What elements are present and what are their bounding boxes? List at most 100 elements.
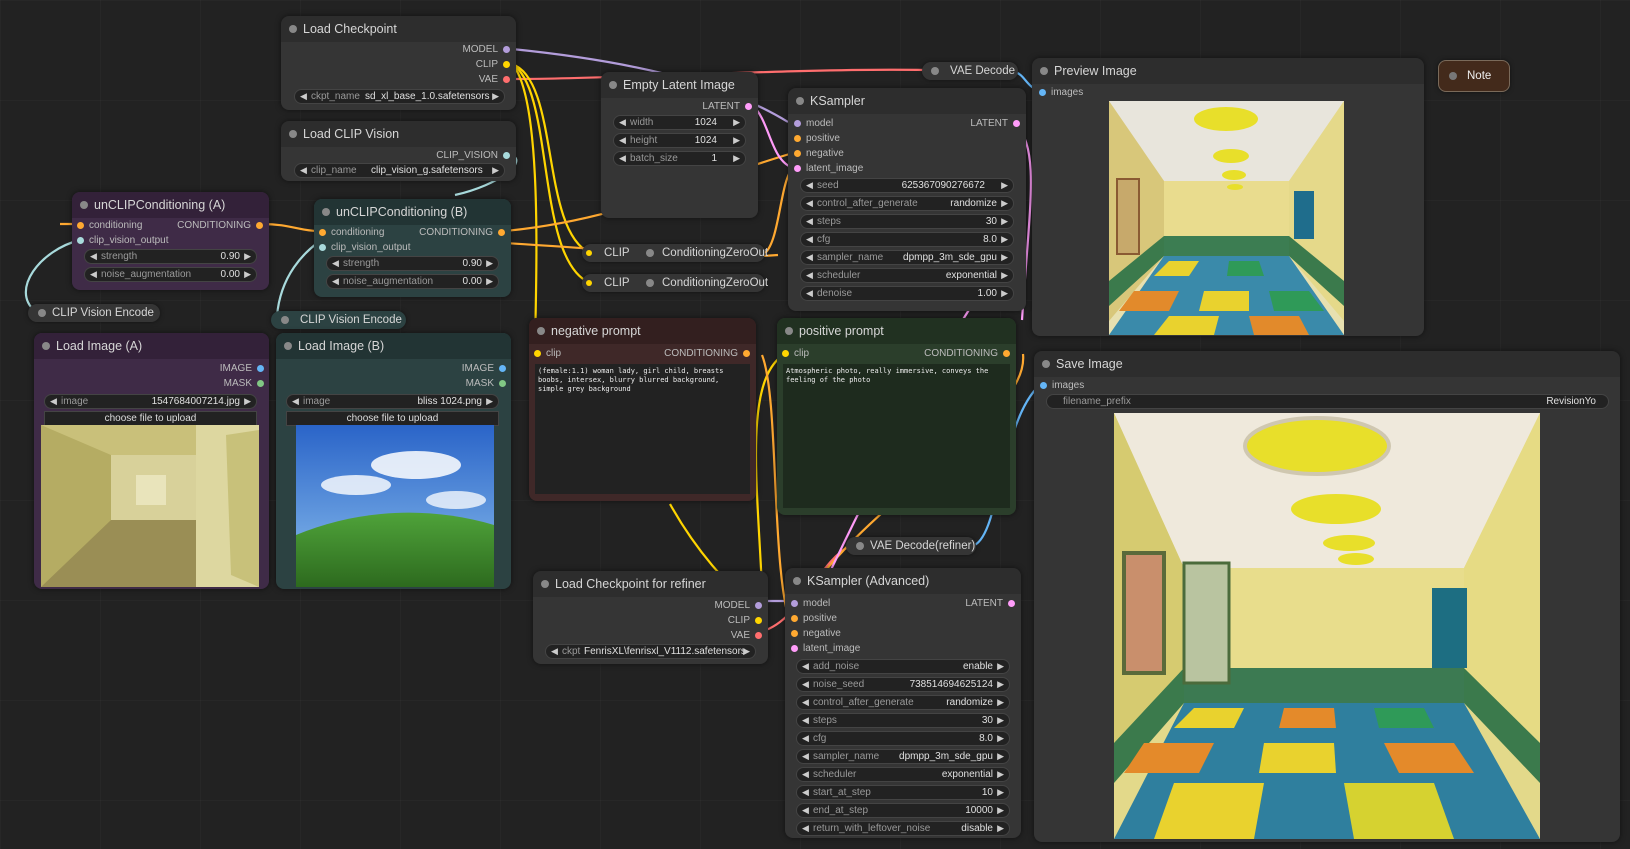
output-conditioning[interactable]: CONDITIONING [419,227,505,239]
scheduler-widget[interactable]: ◀ scheduler exponential ▶ [800,268,1014,283]
input-clip-pin[interactable] [586,280,592,286]
ckpt-name-combo[interactable]: ◀ ckpt FenrisXL\fenrisxl_V1112.safetensors… [545,644,756,659]
output-model[interactable]: MODEL [462,44,510,56]
sampler-name-widget[interactable]: ◀ sampler_name dpmpp_3m_sde_gpu ▶ [796,749,1010,764]
output-latent[interactable]: LATENT [970,118,1020,130]
node-title[interactable]: Load Checkpoint [281,16,516,42]
unclip-conditioning-b-node[interactable]: unCLIPConditioning (B) conditioning clip… [314,199,511,297]
load-image-a-node[interactable]: Load Image (A) IMAGE MASK ◀ image 15476840… [34,333,269,589]
output-image[interactable]: IMAGE [220,363,264,375]
collapse-dot-icon[interactable] [80,201,88,209]
collapse-dot-icon[interactable] [289,25,297,33]
vae-decode-refiner-node[interactable]: VAE Decode(refiner) [846,537,976,555]
output-vae[interactable]: VAE [731,630,762,642]
input-latent-image[interactable]: latent_image [791,643,860,655]
output-vae[interactable]: VAE [479,74,510,86]
input-images[interactable]: images [1039,87,1083,99]
input-model[interactable]: model [791,598,830,610]
unclip-conditioning-a-node[interactable]: unCLIPConditioning (A) conditioning clip… [72,192,269,290]
start-at-step-widget[interactable]: ◀ start_at_step 10 ▶ [796,785,1010,800]
output-conditioning[interactable]: CONDITIONING [177,220,263,232]
clip-vision-encode-b-node[interactable]: CLIP Vision Encode [271,311,406,329]
preview-image-node[interactable]: Preview Image images [1032,58,1424,336]
note-node[interactable]: Note [1438,60,1510,92]
conditioning-zero-out-node-1[interactable]: CLIP ConditioningZeroOut [582,244,768,262]
collapse-dot-icon[interactable] [42,342,50,350]
positive-prompt-textarea[interactable]: Atmospheric photo, really immersive, con… [783,364,1010,508]
conditioning-zero-out-node-2[interactable]: CLIP ConditioningZeroOut [582,274,768,292]
node-title[interactable]: Save Image [1034,351,1620,377]
add-noise-widget[interactable]: ◀ add_noise enable ▶ [796,659,1010,674]
input-positive[interactable]: positive [794,133,840,145]
collapse-dot-icon[interactable] [281,316,289,324]
noise-seed-widget[interactable]: ◀ noise_seed 738514694625124 ▶ [796,677,1010,692]
control-after-generate-widget[interactable]: ◀ control_after_generate randomize ▶ [796,695,1010,710]
collapse-dot-icon[interactable] [289,130,297,138]
width-widget[interactable]: ◀ width 1024 ▶ [613,115,746,130]
ksampler-node[interactable]: KSampler model positive negative latent_… [788,88,1026,311]
empty-latent-image-node[interactable]: Empty Latent Image LATENT ◀ width 1024 ▶ ◀ h… [601,72,758,218]
negative-prompt-textarea[interactable]: (female:1.1) woman lady, girl child, bre… [535,364,750,494]
collapse-dot-icon[interactable] [785,327,793,335]
collapse-dot-icon[interactable] [284,342,292,350]
choose-file-button[interactable]: choose file to upload [44,411,257,426]
input-negative[interactable]: negative [794,148,844,160]
seed-widget[interactable]: ◀ seed 625367090276672 ▶ [800,178,1014,193]
output-mask[interactable]: MASK [224,378,264,390]
collapse-dot-icon[interactable] [537,327,545,335]
image-combo[interactable]: ◀ image 1547684007214.jpg ▶ [44,394,257,409]
scheduler-widget[interactable]: ◀ scheduler exponential ▶ [796,767,1010,782]
collapse-dot-icon[interactable] [796,97,804,105]
collapse-dot-icon[interactable] [1042,360,1050,368]
strength-widget[interactable]: ◀ strength 0.90 ▶ [326,256,499,271]
ksampler-advanced-node[interactable]: KSampler (Advanced) model positive negat… [785,568,1021,838]
control-after-generate-widget[interactable]: ◀ control_after_generate randomize ▶ [800,196,1014,211]
load-checkpoint-refiner-node[interactable]: Load Checkpoint for refiner MODEL CLIP V… [533,571,768,664]
input-clip-pin[interactable] [586,250,592,256]
input-clip-vision-output[interactable]: clip_vision_output [77,235,169,247]
output-clip[interactable]: CLIP [476,59,510,71]
node-title[interactable]: Load Image (A) [34,333,269,359]
collapse-dot-icon[interactable] [793,577,801,585]
output-latent[interactable]: LATENT [965,598,1015,610]
node-title[interactable]: positive prompt [777,318,1016,344]
collapse-dot-icon[interactable] [646,249,654,257]
load-checkpoint-node[interactable]: Load Checkpoint MODEL CLIP VAE ◀ ckpt_nam… [281,16,516,110]
cfg-widget[interactable]: ◀ cfg 8.0 ▶ [800,232,1014,247]
height-widget[interactable]: ◀ height 1024 ▶ [613,133,746,148]
collapse-dot-icon[interactable] [541,580,549,588]
collapse-dot-icon[interactable] [1040,67,1048,75]
output-conditioning[interactable]: CONDITIONING [924,348,1010,360]
output-conditioning[interactable]: CONDITIONING [664,348,750,360]
collapse-dot-icon[interactable] [646,279,654,287]
save-image-node[interactable]: Save Image images filename_prefix Revisio… [1034,351,1620,842]
output-latent[interactable]: LATENT [702,101,752,113]
node-title[interactable]: Load Image (B) [276,333,511,359]
input-clip-vision-output[interactable]: clip_vision_output [319,242,411,254]
collapse-dot-icon[interactable] [322,208,330,216]
clip-vision-encode-a-node[interactable]: CLIP Vision Encode [28,304,160,322]
strength-widget[interactable]: ◀ strength 0.90 ▶ [84,249,257,264]
input-positive[interactable]: positive [791,613,837,625]
filename-prefix-widget[interactable]: filename_prefix RevisionYo [1046,394,1609,409]
node-title[interactable]: negative prompt [529,318,756,344]
node-title[interactable]: KSampler (Advanced) [785,568,1021,594]
node-title[interactable]: KSampler [788,88,1026,114]
node-title[interactable]: unCLIPConditioning (B) [314,199,511,225]
collapse-dot-icon[interactable] [1449,72,1457,80]
load-clip-vision-node[interactable]: Load CLIP Vision CLIP_VISION ◀ clip_name c… [281,121,516,181]
cfg-widget[interactable]: ◀ cfg 8.0 ▶ [796,731,1010,746]
input-latent-image[interactable]: latent_image [794,163,863,175]
noise-augmentation-widget[interactable]: ◀ noise_augmentation 0.00 ▶ [84,267,257,282]
node-title[interactable]: Empty Latent Image [601,72,758,98]
output-image[interactable]: IMAGE [462,363,506,375]
output-model[interactable]: MODEL [714,600,762,612]
ckpt-name-combo[interactable]: ◀ ckpt_name sd_xl_base_1.0.safetensors ▶ [294,89,505,104]
return-with-leftover-noise-widget[interactable]: ◀ return_with_leftover_noise disable ▶ [796,821,1010,836]
node-title[interactable]: Load CLIP Vision [281,121,516,147]
clip-name-combo[interactable]: ◀ clip_name clip_vision_g.safetensors ▶ [294,163,505,178]
choose-file-button[interactable]: choose file to upload [286,411,499,426]
collapse-dot-icon[interactable] [609,81,617,89]
input-images[interactable]: images [1040,380,1084,392]
load-image-b-node[interactable]: Load Image (B) IMAGE MASK ◀ image bliss 10… [276,333,511,589]
